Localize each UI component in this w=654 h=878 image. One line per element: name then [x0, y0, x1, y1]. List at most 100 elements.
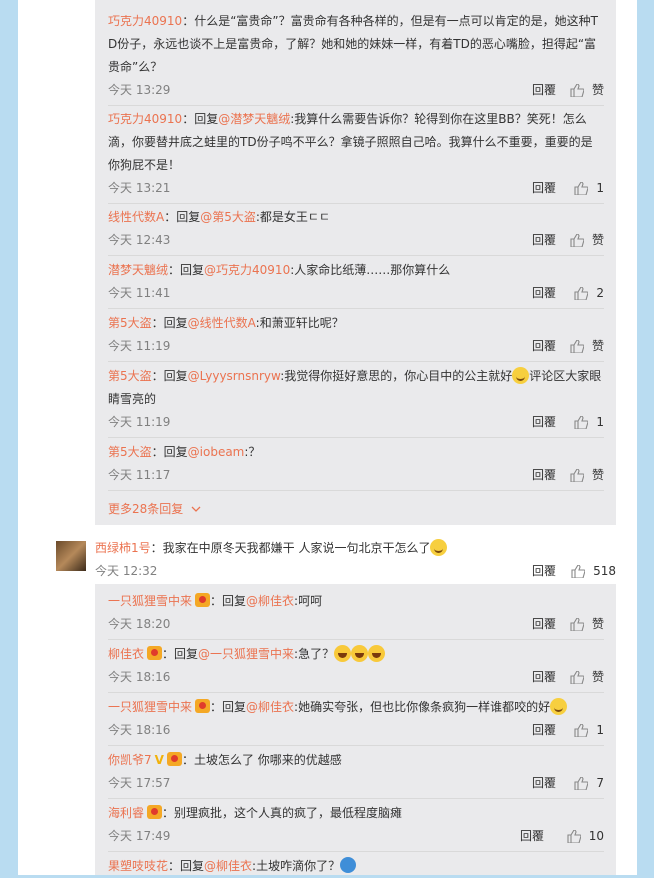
laugh-emoji-icon [334, 645, 352, 662]
thumbs-up-icon [574, 723, 589, 737]
like-button[interactable]: 赞 [570, 464, 604, 486]
smile-emoji-icon [430, 539, 448, 556]
divider [108, 255, 604, 256]
list-item: 线性代数A：回复@第5大盗:都是女王ㄷㄷ 今天 12:43 回覆 赞 [108, 206, 604, 256]
robot-emoji-icon [340, 857, 357, 873]
reply-text: 海利睿 ：别理疯批，这个人真的疯了，最低程度脑瘫 [108, 805, 403, 820]
reply-button[interactable]: 回覆 [532, 772, 556, 794]
timestamp: 今天 12:32 [95, 564, 158, 578]
timestamp: 今天 18:16 [108, 723, 171, 737]
user-link[interactable]: 你凯爷7 [108, 753, 152, 767]
list-item: 第5大盗：回复@Lyyysrnsnryw:我觉得你挺好意思的，你心目中的公主就好… [108, 365, 604, 438]
reply-button[interactable]: 回覆 [520, 825, 544, 847]
user-link[interactable]: 一只狐狸雪中来 [108, 700, 192, 714]
list-item: 你凯爷7 V ：土坡怎么了 你哪来的优越感 今天 17:57 回覆 7 [108, 749, 604, 799]
timestamp: 今天 13:29 [108, 83, 171, 97]
thumbs-up-icon [570, 468, 584, 482]
user-link[interactable]: 果塑吱吱花 [108, 859, 168, 873]
like-button[interactable]: 赞 [570, 229, 604, 251]
divider [108, 798, 604, 799]
fan-badge-icon [195, 699, 211, 713]
fan-badge-icon [166, 752, 182, 766]
timestamp: 今天 13:21 [108, 181, 171, 195]
list-item: 巧克力40910：回复@潜梦天魑绒:我算什么需要告诉你？轮得到你在这里BB？笑死… [108, 108, 604, 204]
like-button[interactable]: 1 [574, 177, 604, 199]
user-link[interactable]: 潜梦天魑绒 [108, 263, 168, 277]
like-button[interactable]: 10 [567, 825, 604, 847]
user-link[interactable]: 海利睿 [108, 806, 144, 820]
reply-button[interactable]: 回覆 [532, 229, 556, 251]
mention-link[interactable]: @iobeam [188, 445, 245, 459]
reply-meta: 今天 13:29 回覆 赞 [108, 79, 604, 106]
timestamp: 今天 18:16 [108, 670, 171, 684]
timestamp: 今天 17:57 [108, 776, 171, 790]
mention-link[interactable]: @柳佳衣 [204, 859, 252, 873]
mention-link[interactable]: @一只狐狸雪中来 [198, 647, 294, 661]
list-item: 一只狐狸雪中来 ：回复@柳佳衣:她确实夸张，但也比你像条疯狗一样谁都咬的好 今天 … [108, 696, 604, 746]
user-link[interactable]: 巧克力40910 [108, 112, 182, 126]
reply-text: 第5大盗：回复@Lyyysrnsnryw:我觉得你挺好意思的，你心目中的公主就好… [108, 367, 602, 406]
user-link[interactable]: 一只狐狸雪中来 [108, 594, 192, 608]
reply-button[interactable]: 回覆 [532, 79, 556, 101]
like-button[interactable]: 1 [574, 719, 604, 741]
user-link[interactable]: 巧克力40910 [108, 14, 182, 28]
chevron-down-icon [191, 506, 201, 512]
reply-text: 线性代数A：回复@第5大盗:都是女王ㄷㄷ [108, 210, 330, 224]
reply-text: 第5大盗：回复@线性代数A:和萧亚轩比呢？ [108, 316, 344, 330]
like-button[interactable]: 518 [571, 560, 616, 582]
like-button[interactable]: 1 [574, 411, 604, 433]
reply-button[interactable]: 回覆 [532, 177, 556, 199]
list-item: 一只狐狸雪中来 ：回复@柳佳衣:呵呵 今天 18:20 回覆 赞 [108, 590, 604, 640]
comment-text: 西绿柿1号：我家在中原冬天我都嫌干 人家说一句北京干怎么了 [95, 538, 616, 558]
reply-button[interactable]: 回覆 [532, 613, 556, 635]
list-item: 第5大盗：回复@线性代数A:和萧亚轩比呢？ 今天 11:19 回覆 赞 [108, 312, 604, 362]
reply-button[interactable]: 回覆 [532, 411, 556, 433]
reply-text: 你凯爷7 V ：土坡怎么了 你哪来的优越感 [108, 752, 342, 767]
reply-button[interactable]: 回覆 [532, 719, 556, 741]
like-button[interactable]: 赞 [570, 613, 604, 635]
user-link[interactable]: 柳佳衣 [108, 647, 144, 661]
like-button[interactable]: 7 [574, 772, 604, 794]
avatar[interactable] [56, 541, 86, 571]
reply-meta: 今天 13:21 回覆 1 [108, 177, 604, 204]
mention-link[interactable]: @第5大盗 [200, 210, 256, 224]
like-button[interactable]: 赞 [570, 79, 604, 101]
laugh-emoji-icon [351, 645, 369, 662]
reply-text: 第5大盗：回复@iobeam:？ [108, 445, 261, 459]
divider [108, 745, 604, 746]
mention-link[interactable]: @巧克力40910 [204, 263, 290, 277]
list-item: 柳佳衣 ：回复@一只狐狸雪中来:急了？ 今天 18:16 回覆 赞 [108, 643, 604, 693]
reply-text: 一只狐狸雪中来 ：回复@柳佳衣:她确实夸张，但也比你像条疯狗一样谁都咬的好 [108, 696, 604, 719]
like-button[interactable]: 赞 [570, 335, 604, 357]
mention-link[interactable]: @线性代数A [188, 316, 256, 330]
more-replies-link[interactable]: 更多28条回复 [108, 500, 201, 517]
thumbs-up-icon [570, 233, 584, 247]
user-link[interactable]: 西绿柿1号 [95, 541, 151, 555]
timestamp: 今天 11:19 [108, 339, 171, 353]
mention-link[interactable]: @柳佳衣 [246, 594, 294, 608]
comment-item: 西绿柿1号：我家在中原冬天我都嫌干 人家说一句北京干怎么了 今天 12:32 回… [95, 538, 616, 582]
mention-link[interactable]: @潜梦天魑绒 [218, 112, 290, 126]
thumbs-up-icon [570, 339, 584, 353]
user-link[interactable]: 第5大盗 [108, 316, 152, 330]
timestamp: 今天 17:49 [108, 829, 171, 843]
smile-emoji-icon [512, 367, 530, 384]
reply-text: 巧克力40910：回复@潜梦天魑绒:我算什么需要告诉你？轮得到你在这里BB？笑死… [108, 112, 593, 172]
like-button[interactable]: 2 [574, 282, 604, 304]
reply-button[interactable]: 回覆 [532, 666, 556, 688]
laugh-emoji-icon [368, 645, 386, 662]
list-item: 巧克力40910：什么是“富贵命”？富贵命有各种各样的，但是有一点可以肯定的是，… [108, 10, 604, 106]
mention-link[interactable]: @柳佳衣 [246, 700, 294, 714]
user-link[interactable]: 线性代数A [108, 210, 164, 224]
user-link[interactable]: 第5大盗 [108, 445, 152, 459]
mention-link[interactable]: @Lyyysrnsnryw [188, 369, 281, 383]
reply-meta: 今天 17:49 回覆 10 [108, 825, 604, 852]
reply-meta: 今天 11:19 回覆 赞 [108, 335, 604, 362]
reply-button[interactable]: 回覆 [532, 560, 556, 582]
reply-button[interactable]: 回覆 [532, 464, 556, 486]
reply-button[interactable]: 回覆 [532, 282, 556, 304]
list-item: 海利睿 ：别理疯批，这个人真的疯了，最低程度脑瘫 今天 17:49 回覆 10 [108, 802, 604, 852]
user-link[interactable]: 第5大盗 [108, 369, 152, 383]
reply-button[interactable]: 回覆 [532, 335, 556, 357]
like-button[interactable]: 赞 [570, 666, 604, 688]
